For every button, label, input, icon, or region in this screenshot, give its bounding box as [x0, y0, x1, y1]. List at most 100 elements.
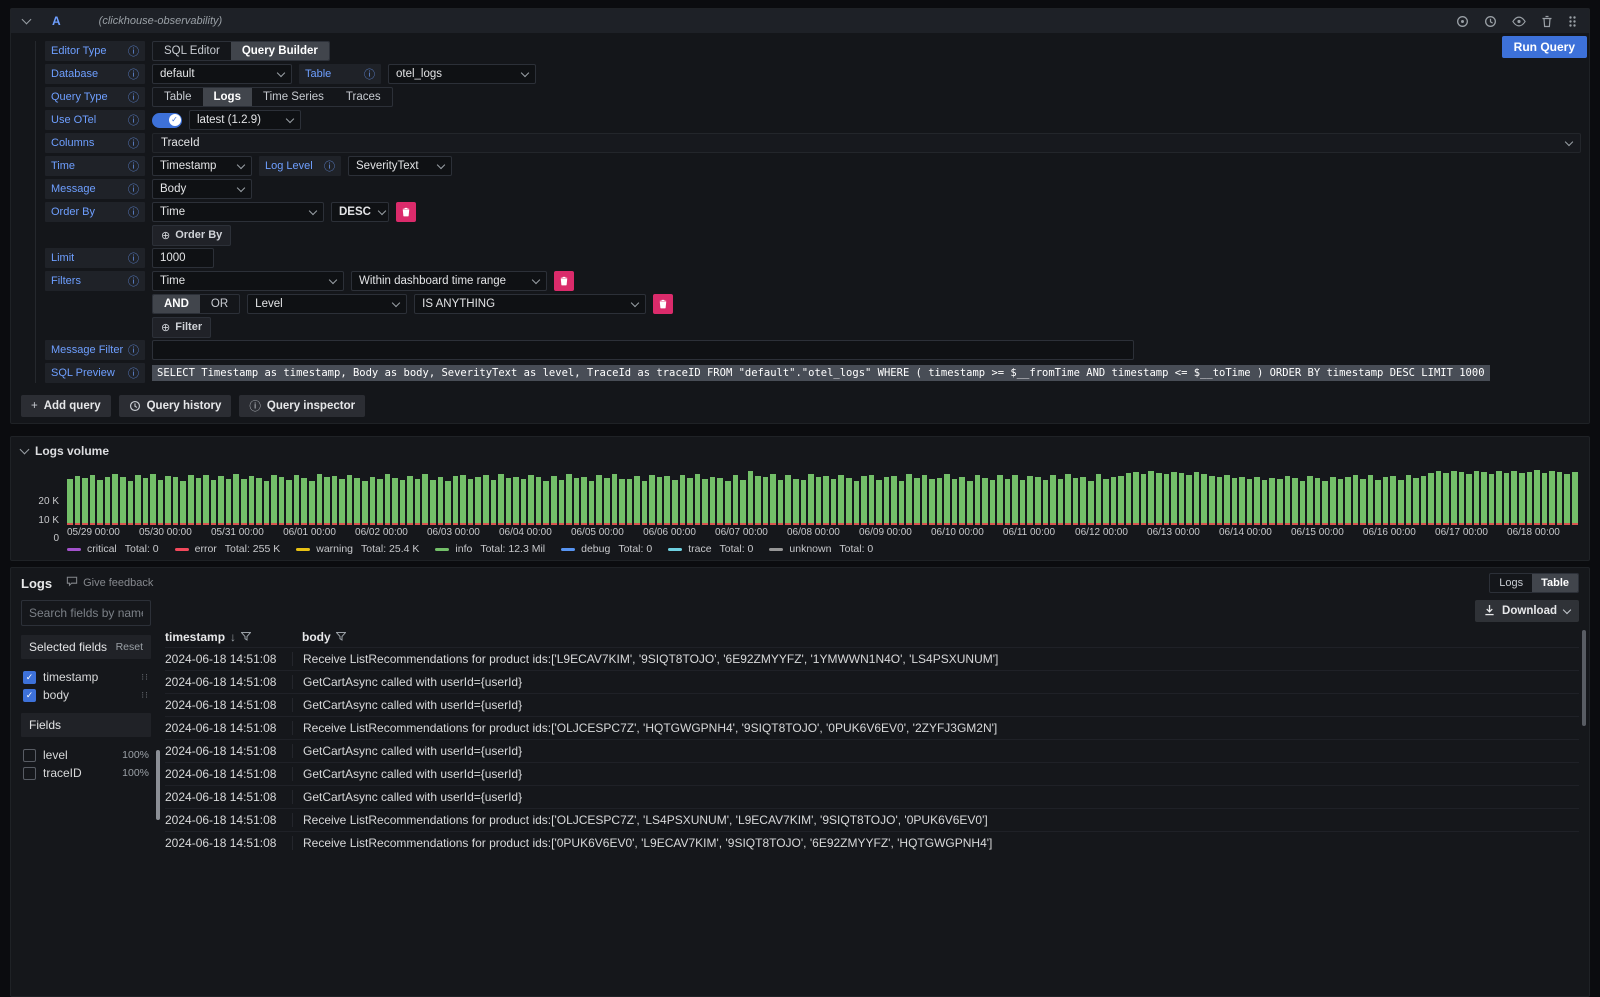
- table-select[interactable]: otel_logs: [388, 64, 536, 84]
- query-history-button[interactable]: Query history: [119, 395, 232, 417]
- query-builder-option[interactable]: Query Builder: [231, 42, 329, 60]
- query-type-table[interactable]: Table: [153, 88, 203, 106]
- info-icon[interactable]: ⓘ: [128, 250, 139, 266]
- give-feedback-link[interactable]: Give feedback: [66, 576, 153, 590]
- info-icon[interactable]: ⓘ: [128, 273, 139, 289]
- drag-handle-icon[interactable]: ⁝⁝: [141, 690, 149, 701]
- view-table-option[interactable]: Table: [1532, 574, 1578, 592]
- or-option[interactable]: OR: [200, 295, 239, 313]
- trash-icon[interactable]: [1541, 15, 1553, 28]
- and-option[interactable]: AND: [153, 295, 200, 313]
- filter-op-select[interactable]: Within dashboard time range: [351, 271, 547, 291]
- legend-item-unknown[interactable]: unknownTotal: 0: [769, 543, 873, 555]
- info-icon[interactable]: ⓘ: [128, 89, 139, 105]
- run-query-button[interactable]: Run Query: [1502, 36, 1587, 58]
- remove-filter2-button[interactable]: [653, 294, 673, 314]
- traceid-checkbox[interactable]: [23, 767, 36, 780]
- table-row[interactable]: 2024-06-18 14:51:08Receive ListRecommend…: [165, 831, 1579, 854]
- order-by-direction-select[interactable]: DESC: [331, 202, 389, 222]
- add-order-by-button[interactable]: ⊕Order By: [152, 225, 231, 246]
- legend-item-error[interactable]: errorTotal: 255 K: [175, 543, 281, 555]
- filter2-op-select[interactable]: IS ANYTHING: [414, 294, 646, 314]
- table-row[interactable]: 2024-06-18 14:51:08Receive ListRecommend…: [165, 808, 1579, 831]
- table-row[interactable]: 2024-06-18 14:51:08Receive ListRecommend…: [165, 647, 1579, 670]
- info-icon[interactable]: ⓘ: [128, 342, 139, 358]
- query-type-logs[interactable]: Logs: [203, 88, 252, 106]
- query-type-timeseries[interactable]: Time Series: [252, 88, 335, 106]
- info-icon[interactable]: ⓘ: [128, 204, 139, 220]
- volume-bars[interactable]: [67, 467, 1579, 525]
- download-button[interactable]: Download: [1475, 600, 1579, 622]
- otel-version-select[interactable]: latest (1.2.9): [189, 110, 301, 130]
- table-row[interactable]: 2024-06-18 14:51:08GetCartAsync called w…: [165, 670, 1579, 693]
- use-otel-toggle[interactable]: ✓: [152, 113, 182, 128]
- info-icon[interactable]: ⓘ: [128, 135, 139, 151]
- table-row[interactable]: 2024-06-18 14:51:08GetCartAsync called w…: [165, 762, 1579, 785]
- log-level-select[interactable]: SeverityText: [348, 156, 452, 176]
- sidebar-scrollbar[interactable]: [156, 750, 160, 820]
- drag-handle-icon[interactable]: [1568, 15, 1577, 28]
- reset-fields-link[interactable]: Reset: [116, 641, 143, 653]
- panel-collapse-chevron-icon[interactable]: [20, 445, 30, 455]
- filter-icon[interactable]: [336, 630, 346, 644]
- info-icon[interactable]: ⓘ: [324, 158, 335, 174]
- search-fields-input[interactable]: [21, 600, 151, 626]
- body-cell: Receive ListRecommendations for product …: [292, 836, 1579, 850]
- filter-field-select[interactable]: Time: [152, 271, 344, 291]
- legend-item-debug[interactable]: debugTotal: 0: [561, 543, 652, 555]
- table-scrollbar[interactable]: [1582, 630, 1586, 726]
- volume-bar: [286, 480, 292, 525]
- add-filter-button[interactable]: ⊕Filter: [152, 317, 211, 338]
- table-row[interactable]: 2024-06-18 14:51:08GetCartAsync called w…: [165, 739, 1579, 762]
- legend-item-trace[interactable]: traceTotal: 0: [668, 543, 753, 555]
- timestamp-select[interactable]: Timestamp: [152, 156, 252, 176]
- body-column-header[interactable]: body: [292, 630, 1579, 644]
- table-row[interactable]: 2024-06-18 14:51:08Receive ListRecommend…: [165, 716, 1579, 739]
- filter-icon[interactable]: [241, 630, 251, 644]
- timestamp-checkbox[interactable]: ✓: [23, 671, 36, 684]
- filters-row: Filtersⓘ Time Within dashboard time rang…: [45, 271, 1581, 291]
- eye-icon[interactable]: [1512, 15, 1526, 28]
- view-logs-option[interactable]: Logs: [1490, 574, 1532, 592]
- add-query-button[interactable]: +Add query: [21, 395, 111, 417]
- info-icon[interactable]: ⓘ: [128, 158, 139, 174]
- filter2-field-select[interactable]: Level: [247, 294, 407, 314]
- info-icon[interactable]: ⓘ: [364, 66, 375, 82]
- sort-desc-icon[interactable]: ↓: [230, 630, 236, 644]
- duplicate-icon[interactable]: [1456, 15, 1469, 28]
- info-icon[interactable]: ⓘ: [128, 181, 139, 197]
- table-row[interactable]: 2024-06-18 14:51:08GetCartAsync called w…: [165, 693, 1579, 716]
- collapse-chevron-icon[interactable]: [22, 15, 32, 25]
- body-checkbox[interactable]: ✓: [23, 689, 36, 702]
- volume-bar: [211, 480, 217, 525]
- info-icon[interactable]: ⓘ: [128, 43, 139, 59]
- volume-bar: [105, 477, 111, 525]
- drag-handle-icon[interactable]: ⁝⁝: [141, 672, 149, 683]
- x-axis-label: 06/16 00:00: [1363, 527, 1416, 538]
- table-row[interactable]: 2024-06-18 14:51:08GetCartAsync called w…: [165, 785, 1579, 808]
- volume-bar: [1504, 473, 1510, 525]
- limit-input[interactable]: 1000: [152, 248, 214, 268]
- legend-item-warning[interactable]: warningTotal: 25.4 K: [296, 543, 419, 555]
- timestamp-column-header[interactable]: timestamp ↓: [165, 630, 292, 644]
- query-inspector-button[interactable]: ⓘQuery inspector: [239, 395, 365, 417]
- history-icon[interactable]: [1484, 15, 1497, 28]
- remove-filter-button[interactable]: [554, 271, 574, 291]
- sql-editor-option[interactable]: SQL Editor: [153, 42, 231, 60]
- info-icon[interactable]: ⓘ: [128, 365, 139, 381]
- volume-bar: [1186, 475, 1192, 525]
- message-filter-input[interactable]: [152, 340, 1134, 360]
- legend-item-critical[interactable]: criticalTotal: 0: [67, 543, 159, 555]
- legend-swatch: [296, 548, 310, 551]
- order-by-field-select[interactable]: Time: [152, 202, 324, 222]
- volume-bar: [301, 478, 307, 525]
- level-checkbox[interactable]: [23, 749, 36, 762]
- query-type-traces[interactable]: Traces: [335, 88, 392, 106]
- message-select[interactable]: Body: [152, 179, 252, 199]
- legend-item-info[interactable]: infoTotal: 12.3 Mil: [435, 543, 545, 555]
- remove-order-by-button[interactable]: [396, 202, 416, 222]
- info-icon[interactable]: ⓘ: [128, 112, 139, 128]
- info-icon[interactable]: ⓘ: [128, 66, 139, 82]
- columns-multiselect[interactable]: TraceId: [152, 133, 1581, 153]
- database-select[interactable]: default: [152, 64, 292, 84]
